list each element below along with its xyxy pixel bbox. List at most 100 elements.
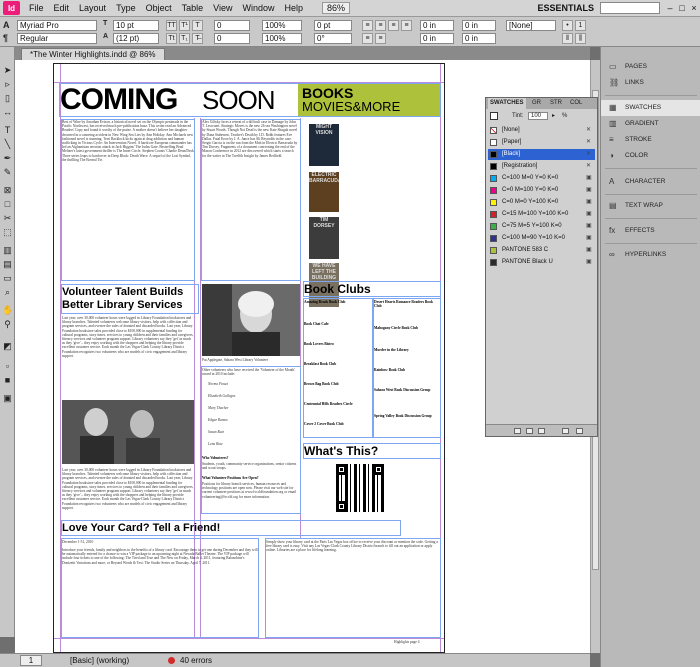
tab-swatches[interactable]: SWATCHES	[488, 98, 526, 109]
kerning-field[interactable]: 0	[214, 20, 250, 31]
book-cover[interactable]: MIGHT VISION	[309, 124, 339, 166]
eyedropper-icon[interactable]: ⌕	[2, 287, 13, 298]
direct-selection-icon[interactable]: ▹	[2, 79, 13, 90]
rectangle-frame-icon[interactable]: ⊠	[2, 185, 13, 196]
columns-button[interactable]: ⫴	[562, 33, 573, 44]
first-line-indent-field[interactable]: 0 in	[420, 33, 454, 44]
menu-object[interactable]: Object	[141, 3, 177, 13]
zoom-level-dropdown[interactable]: 86%	[322, 2, 351, 14]
swatch-row[interactable]: C=75 M=5 Y=100 K=0 ▣	[488, 221, 595, 232]
zoom-icon[interactable]: ⚲	[2, 319, 13, 330]
menu-file[interactable]: File	[24, 3, 49, 13]
align-right-button[interactable]: ≡	[388, 20, 399, 31]
panel-links[interactable]: ⛓ LINKS	[601, 75, 700, 91]
scissors-icon[interactable]: ✂	[2, 213, 13, 224]
close-window-icon[interactable]: ×	[688, 3, 700, 13]
fill-stroke-icon[interactable]: ◩	[2, 341, 13, 352]
subscript-button[interactable]: T₁	[179, 33, 190, 44]
delete-swatch-icon[interactable]	[576, 428, 583, 434]
align-towards-spine-button[interactable]: ≡	[362, 33, 373, 44]
paragraph-mode-icon[interactable]: ¶	[3, 33, 8, 43]
menu-view[interactable]: View	[208, 3, 237, 13]
horizontal-scale-field[interactable]: 100%	[262, 33, 302, 44]
right-indent-field[interactable]: 0 in	[462, 20, 496, 31]
type-icon[interactable]: T	[2, 125, 13, 136]
tab-stroke[interactable]: STR	[548, 98, 564, 109]
panel-character[interactable]: A CHARACTER	[601, 174, 700, 190]
book-cover[interactable]: TIM DORSEY	[309, 217, 339, 259]
font-family-field[interactable]: Myriad Pro	[17, 20, 97, 31]
show-all-swatches-icon[interactable]	[514, 428, 521, 434]
font-style-field[interactable]: Regular	[17, 33, 97, 44]
swatch-row[interactable]: C=100 M=90 Y=10 K=0 ▣	[488, 233, 595, 244]
swatch-row[interactable]: [None] ✕	[488, 125, 595, 136]
skew-field[interactable]: 0°	[314, 33, 352, 44]
numbering-button[interactable]: 1	[575, 20, 586, 31]
swatch-row[interactable]: [Black] ✕	[488, 149, 595, 160]
panel-text-wrap[interactable]: ▤ TEXT WRAP	[601, 198, 700, 214]
swatch-row[interactable]: C=100 M=0 Y=0 K=0 ▣	[488, 173, 595, 184]
tint-input[interactable]: 100	[528, 112, 548, 120]
justify-button[interactable]: ≡	[401, 20, 412, 31]
page-tool-icon[interactable]: ▯	[2, 93, 13, 104]
help-search-input[interactable]	[600, 2, 660, 14]
minimize-window-icon[interactable]: –	[664, 3, 676, 13]
last-line-indent-field[interactable]: 0 in	[462, 33, 496, 44]
character-mode-icon[interactable]: A	[3, 20, 10, 30]
bullets-button[interactable]: •	[562, 20, 573, 31]
vertical-scale-field[interactable]: 100%	[262, 20, 302, 31]
underline-button[interactable]: T	[192, 20, 203, 31]
selection-icon[interactable]: ➤	[2, 65, 13, 76]
span-columns-button[interactable]: ⫼	[575, 33, 586, 44]
screen-mode-icon[interactable]: ▣	[2, 393, 13, 404]
menu-window[interactable]: Window	[237, 3, 279, 13]
tab-gradient[interactable]: GR	[530, 98, 543, 109]
hand-icon[interactable]: ✋	[2, 305, 13, 316]
volunteers-group-photo[interactable]	[62, 400, 194, 464]
volunteer-photo[interactable]	[202, 284, 300, 356]
menu-help[interactable]: Help	[279, 3, 308, 13]
preflight-profile[interactable]: [Basic] (working)	[70, 654, 129, 667]
left-indent-field[interactable]: 0 in	[420, 20, 454, 31]
font-size-field[interactable]: 10 pt	[113, 20, 159, 31]
maximize-window-icon[interactable]: □	[676, 3, 688, 13]
pen-icon[interactable]: ✒	[2, 153, 13, 164]
leading-field[interactable]: (12 pt)	[113, 33, 159, 44]
swatch-row[interactable]: PANTONE 583 C ▣	[488, 245, 595, 256]
panel-hyperlinks[interactable]: ∞ HYPERLINKS	[601, 247, 700, 263]
panel-effects[interactable]: fx EFFECTS	[601, 223, 700, 239]
book-cover[interactable]: ELECTRIC BARRACUDA	[309, 172, 339, 212]
rectangle-icon[interactable]: □	[2, 199, 13, 210]
menu-layout[interactable]: Layout	[74, 3, 111, 13]
panel-pages[interactable]: ▭ PAGES	[601, 59, 700, 75]
line-tool-icon[interactable]: ╲	[2, 139, 13, 150]
fill-swatch-icon[interactable]	[490, 112, 498, 120]
tracking-field[interactable]: 0	[214, 33, 250, 44]
document-page[interactable]: COMING SOON BOOKS MOVIES&MORE Best of Wi…	[53, 63, 445, 653]
tab-color[interactable]: COL	[568, 98, 584, 109]
tint-stepper-icon[interactable]: ▸	[552, 110, 555, 122]
volunteer-text[interactable]: Last year, over 30,000 volunteer hours w…	[62, 316, 194, 396]
panel-stroke[interactable]: ≡ STROKE	[601, 132, 700, 148]
all-caps-button[interactable]: TT	[166, 20, 177, 31]
gap-tool-icon[interactable]: ↔	[2, 107, 13, 118]
small-caps-button[interactable]: Tt	[166, 33, 177, 44]
document-tab[interactable]: *The Winter Highlights.indd @ 86%	[21, 48, 165, 60]
swatch-row[interactable]: [Registration] ✕	[488, 161, 595, 172]
page-number-field[interactable]: 1	[20, 655, 42, 666]
show-gradient-swatches-icon[interactable]	[538, 428, 545, 434]
pencil-icon[interactable]: ✎	[2, 167, 13, 178]
menu-type[interactable]: Type	[111, 3, 141, 13]
justify-all-button[interactable]: ≡	[375, 33, 386, 44]
new-swatch-icon[interactable]	[562, 428, 569, 434]
gradient-feather-icon[interactable]: ▤	[2, 259, 13, 270]
swatch-row[interactable]: [Paper] ✕	[488, 137, 595, 148]
strikethrough-button[interactable]: T̶	[192, 33, 203, 44]
preflight-error-count[interactable]: 40 errors	[180, 654, 212, 667]
menu-table[interactable]: Table	[177, 3, 209, 13]
align-left-button[interactable]: ≡	[362, 20, 373, 31]
panel-color[interactable]: ◑ COLOR	[601, 148, 700, 164]
show-color-swatches-icon[interactable]	[526, 428, 533, 434]
swatch-row[interactable]: PANTONE Black U ▣	[488, 257, 595, 268]
menu-edit[interactable]: Edit	[49, 3, 75, 13]
